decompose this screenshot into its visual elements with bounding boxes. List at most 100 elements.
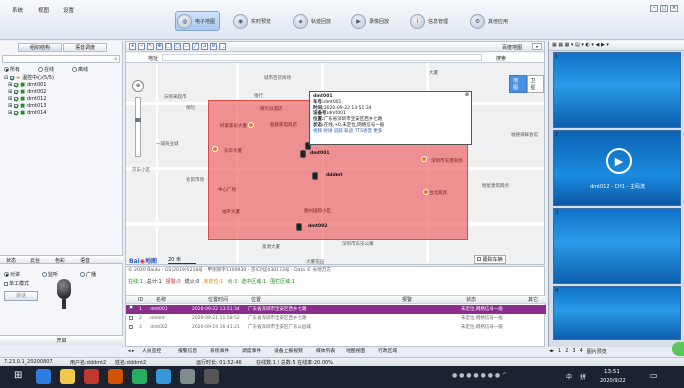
search-button[interactable]: 搜索	[496, 55, 506, 62]
broadcast-mode-radio[interactable]: 广播	[80, 271, 96, 278]
windows-start-icon[interactable]: ⊞	[14, 370, 22, 381]
tree-device-1[interactable]: ⊞ ■ dmt001	[8, 82, 47, 88]
browser-icon[interactable]	[36, 369, 51, 384]
clear-icon[interactable]: ⊘	[210, 43, 217, 50]
tree-root[interactable]: ⊟ ▰ 温控中心(5/5)	[4, 75, 54, 81]
vehicle-marker[interactable]	[296, 223, 302, 231]
track-vehicle-checkbox[interactable]: 跟踪车辆	[474, 255, 506, 264]
row-checkbox[interactable]	[129, 325, 133, 329]
nav-track-playback[interactable]: ◈ 轨迹回放	[293, 11, 331, 31]
tab-admin-region[interactable]: 行政区域	[378, 348, 397, 356]
col-name[interactable]: 名称	[156, 296, 166, 304]
filter-online[interactable]: 在线	[38, 66, 54, 73]
filter-offline[interactable]: 离线	[72, 66, 88, 73]
tab-nav-arrows[interactable]: ◂ ▸	[128, 348, 134, 356]
play-icon[interactable]: ▶	[606, 148, 632, 174]
app-icon[interactable]	[156, 369, 171, 384]
address-input[interactable]	[162, 54, 482, 61]
chat-app-icon[interactable]	[132, 369, 147, 384]
poi-marker[interactable]	[421, 156, 427, 162]
monitor-mode-radio[interactable]: 监听	[42, 271, 58, 278]
vehicle-marker[interactable]	[312, 172, 318, 180]
maximize-button[interactable]: □	[660, 5, 668, 12]
tree-device-4[interactable]: ⊞ ■ dmt013	[8, 103, 47, 109]
video-window-2[interactable]: 2 ▶ dmt012 - CH1 - 主码流	[553, 130, 681, 206]
filter-all[interactable]: 所有	[4, 66, 20, 73]
chevron-down-icon[interactable]: ▾	[532, 43, 542, 50]
poi-marker[interactable]	[248, 122, 254, 128]
notification-icon[interactable]: ▭	[650, 371, 658, 380]
pan-icon[interactable]: ✥	[156, 43, 163, 50]
app-icon[interactable]	[108, 369, 123, 384]
menu-view[interactable]: 视图	[38, 6, 49, 14]
zoom-in-icon[interactable]: +	[129, 43, 136, 50]
col-id[interactable]: ID	[138, 296, 143, 304]
row-checkbox[interactable]	[129, 316, 133, 320]
video-tab-2[interactable]: 2	[565, 348, 568, 355]
video-tab-preview[interactable]: 图片预览	[587, 348, 607, 355]
vehicle-marker[interactable]	[300, 150, 306, 158]
ime-lang[interactable]: 中	[566, 372, 572, 381]
tab-media-list[interactable]: 媒体列表	[316, 348, 335, 356]
circle-icon[interactable]: ○	[174, 43, 181, 50]
menu-system[interactable]: 系统	[12, 6, 23, 14]
tab-status[interactable]: 状态	[6, 257, 16, 264]
word-app-icon[interactable]	[84, 369, 99, 384]
row-checkbox[interactable]	[129, 305, 133, 309]
tab-organization[interactable]: 组织结构	[18, 43, 62, 52]
side-widget[interactable]	[672, 342, 684, 356]
nav-record-playback[interactable]: ▶ 录像回放	[351, 11, 389, 31]
col-status[interactable]: 状态	[466, 296, 476, 304]
tree-device-2[interactable]: ⊞ ■ dmt002	[8, 89, 47, 95]
app-icon[interactable]	[180, 369, 195, 384]
ime-mode[interactable]: 拼	[580, 372, 586, 381]
tab-map-view[interactable]: 地图视图	[346, 348, 365, 356]
measure-icon[interactable]: ⊿	[201, 43, 208, 50]
video-tab-4[interactable]: 4	[580, 348, 583, 355]
select-icon[interactable]: ↖	[147, 43, 154, 50]
video-window-4[interactable]: 4	[553, 286, 681, 340]
tab-voice[interactable]: 语音	[80, 257, 90, 264]
device-search-input[interactable]: ⌕	[2, 55, 120, 63]
video-tab-3[interactable]: 3	[572, 348, 575, 355]
tab-dispatch-events[interactable]: 调度事件	[242, 348, 261, 356]
zoom-out-icon[interactable]: −	[138, 43, 145, 50]
open-button[interactable]: 开启	[0, 335, 123, 346]
app-icon[interactable]	[204, 369, 219, 384]
map-mode-select[interactable]: 百度地图	[502, 44, 522, 51]
single-work-checkbox[interactable]: 单工模式	[4, 280, 29, 287]
video-window-3[interactable]: 3	[553, 208, 681, 284]
minimize-button[interactable]: –	[650, 5, 658, 12]
tab-arrows[interactable]: ◂▸	[549, 348, 554, 355]
compass-icon[interactable]: ⊕	[132, 80, 144, 92]
tree-device-5[interactable]: ⊞ ■ dmt014	[8, 110, 47, 116]
col-alarm[interactable]: 报警	[402, 296, 412, 304]
tree-device-3[interactable]: ⊞ ■ dmt012	[8, 96, 47, 102]
folder-icon[interactable]	[60, 369, 75, 384]
poi-marker[interactable]	[423, 189, 429, 195]
popup-links[interactable]: 视频 对讲 追踪 轨迹 TTS语音 更多	[313, 129, 468, 135]
video-tab-1[interactable]: 1	[558, 348, 561, 355]
tab-personnel[interactable]: 人员监控	[142, 348, 161, 356]
menu-settings[interactable]: 设置	[63, 6, 74, 14]
tab-color[interactable]: 色彩	[55, 257, 65, 264]
tab-voice-dispatch[interactable]: 语音调度	[63, 43, 107, 52]
line-icon[interactable]: ╱	[192, 43, 199, 50]
map-type-satellite[interactable]: 卫星	[526, 75, 544, 93]
nav-electronic-map[interactable]: ◍ 电子地图	[175, 11, 221, 31]
table-row[interactable]: 1 dmt001 2020-09-22 13:51:34 广东省深圳市宝安区西乡…	[126, 305, 546, 314]
talk-mode-radio[interactable]: 对讲	[4, 271, 20, 278]
fullscreen-icon[interactable]: ⛶	[219, 43, 226, 50]
col-time[interactable]: 位置时间	[208, 296, 228, 304]
tray-icons[interactable]: ● ● ● ● ● ● ● ^	[452, 372, 507, 379]
layout-icon[interactable]: ▦ ▦ ▦ ▾ ▤ ▾ ◐ ▾ ◀ ▶ ▾	[552, 42, 609, 48]
close-button[interactable]: ×	[670, 5, 678, 12]
tab-ptz[interactable]: 云台	[30, 257, 40, 264]
video-window-1[interactable]: 1	[553, 52, 681, 128]
tab-device-video[interactable]: 设备上报视频	[274, 348, 303, 356]
nav-info-management[interactable]: i 信息管理	[410, 11, 448, 31]
tab-alarm-info[interactable]: 报警信息	[178, 348, 197, 356]
zoom-slider[interactable]	[135, 97, 141, 157]
close-icon[interactable]: ⊗	[465, 92, 469, 99]
rectangle-icon[interactable]: □	[165, 43, 172, 50]
